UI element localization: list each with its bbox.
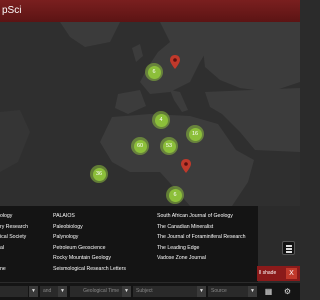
operator-select[interactable]: and: [40, 286, 58, 297]
search-field[interactable]: [0, 286, 28, 297]
journal-option[interactable]: ology: [0, 211, 28, 222]
search-toolbar: ▼ and ▼ Geological Time ▼ Subject ▼ Sour…: [0, 283, 300, 300]
journal-column: ology ry Research ical Society al ne: [0, 211, 28, 274]
journal-option[interactable]: ical Society: [0, 232, 28, 243]
journal-option[interactable]: The Leading Edge: [157, 243, 246, 254]
journal-option[interactable]: Petroleum Geoscience: [53, 243, 126, 254]
layers-button[interactable]: [282, 241, 295, 255]
map-cluster[interactable]: 4: [152, 111, 170, 129]
layers-icon: [286, 245, 292, 247]
journal-option[interactable]: Seismological Research Letters: [53, 264, 126, 275]
map-cluster[interactable]: 16: [186, 125, 204, 143]
chevron-down-icon[interactable]: ▼: [122, 286, 131, 297]
map-basemap: [0, 22, 300, 206]
journal-list-panel: ology ry Research ical Society al ne PAL…: [0, 206, 258, 282]
map-cluster[interactable]: 36: [90, 165, 108, 183]
settings-icon[interactable]: ⚙: [282, 286, 293, 297]
journal-option[interactable]: The Canadian Mineralist: [157, 222, 246, 233]
map-cluster[interactable]: 6: [145, 63, 163, 81]
map-marker-icon[interactable]: [170, 55, 180, 69]
journal-option[interactable]: South African Journal of Geology: [157, 211, 246, 222]
map-cluster[interactable]: 6: [166, 186, 184, 204]
journal-option[interactable]: PALAIOS: [53, 211, 126, 222]
map-view[interactable]: 6 4 16 60 53 36 6: [0, 22, 300, 206]
journal-column: South African Journal of Geology The Can…: [157, 211, 246, 264]
app-header: pSci: [0, 0, 300, 22]
hillshade-toggle[interactable]: ll shade X: [257, 266, 300, 281]
journal-option[interactable]: ry Research: [0, 222, 28, 233]
journal-option[interactable]: Paleobiology: [53, 222, 126, 233]
journal-option[interactable]: Rocky Mountain Geology: [53, 253, 126, 264]
hillshade-label: ll shade: [259, 270, 277, 276]
map-marker-icon[interactable]: [181, 159, 191, 173]
journal-option[interactable]: The Journal of Foraminiferal Research: [157, 232, 246, 243]
close-button[interactable]: X: [286, 268, 297, 279]
calendar-icon[interactable]: ▦: [263, 286, 274, 297]
journal-option[interactable]: ne: [0, 264, 28, 275]
app-title: pSci: [2, 5, 22, 16]
journal-option[interactable]: al: [0, 243, 28, 254]
map-cluster[interactable]: 53: [160, 137, 178, 155]
chevron-down-icon[interactable]: ▼: [248, 286, 257, 297]
journal-option[interactable]: Vadose Zone Journal: [157, 253, 246, 264]
chevron-down-icon[interactable]: ▼: [29, 286, 38, 297]
journal-option[interactable]: Palynology: [53, 232, 126, 243]
geological-time-select[interactable]: Geological Time: [70, 286, 122, 297]
subject-select[interactable]: Subject: [133, 286, 197, 297]
map-cluster[interactable]: 60: [131, 137, 149, 155]
chevron-down-icon[interactable]: ▼: [58, 286, 67, 297]
journal-column: PALAIOS Paleobiology Palynology Petroleu…: [53, 211, 126, 274]
chevron-down-icon[interactable]: ▼: [197, 286, 206, 297]
source-select[interactable]: Source: [208, 286, 248, 297]
